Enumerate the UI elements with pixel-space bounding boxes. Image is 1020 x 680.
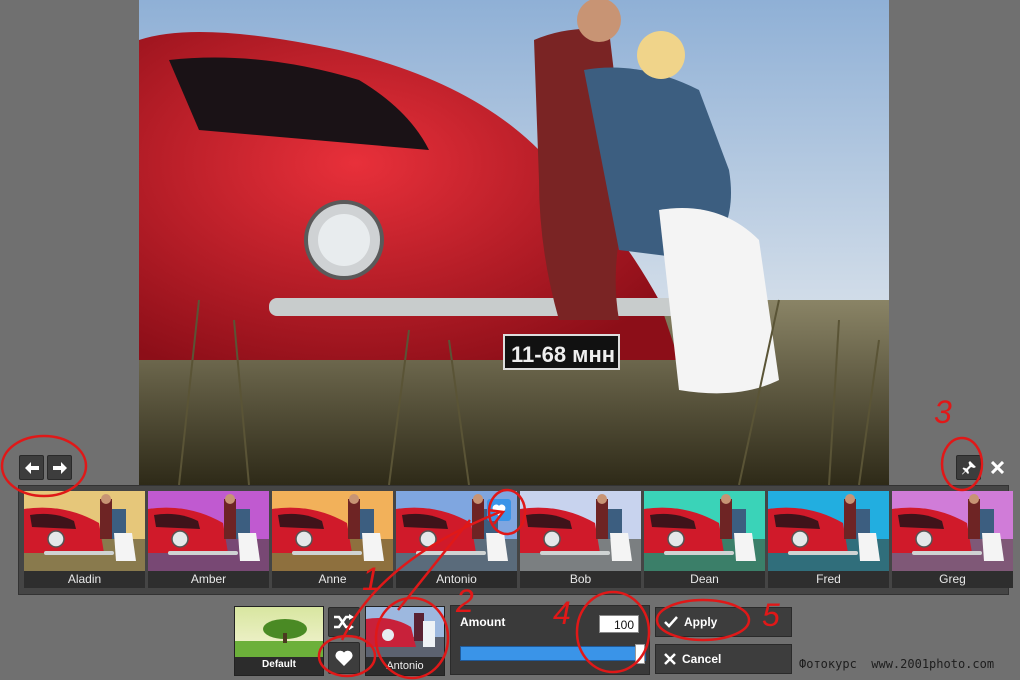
filter-thumb-antonio[interactable]: Antonio xyxy=(396,491,517,588)
annotation-number-3: 3 xyxy=(934,394,952,430)
filter-thumb-bob[interactable]: Bob xyxy=(520,491,641,588)
shuffle-icon xyxy=(334,614,354,630)
current-preset[interactable]: Antonio xyxy=(365,606,445,676)
apply-label: Apply xyxy=(684,615,718,629)
cancel-button[interactable]: Cancel xyxy=(655,644,792,674)
filter-thumb-dean[interactable]: Dean xyxy=(644,491,765,588)
filter-preview xyxy=(768,491,889,571)
heart-icon xyxy=(492,504,506,516)
checkmark-icon xyxy=(664,616,678,628)
favorite-button[interactable] xyxy=(328,642,360,674)
filter-thumb-aladin[interactable]: Aladin xyxy=(24,491,145,588)
heart-icon xyxy=(335,650,353,666)
pin-button[interactable] xyxy=(956,455,981,480)
default-preset-thumbnail xyxy=(235,607,323,657)
photo-canvas: 11-68 мнн xyxy=(139,0,889,485)
arrow-right-icon xyxy=(52,461,67,474)
arrow-left-icon xyxy=(24,461,39,474)
amount-slider-fill xyxy=(461,647,645,660)
filter-label: Anne xyxy=(272,571,393,588)
pin-icon xyxy=(961,460,976,474)
apply-button[interactable]: Apply xyxy=(655,607,792,637)
filter-preview xyxy=(272,491,393,571)
filter-strip: Aladin Amber Anne Antonio Bob Dean Fred Greg xyxy=(18,485,1013,595)
filter-thumb-anne[interactable]: Anne xyxy=(272,491,393,588)
filter-label: Greg xyxy=(892,571,1013,588)
filter-favorite-button[interactable] xyxy=(487,499,511,521)
filter-preview xyxy=(24,491,145,571)
filter-thumb-fred[interactable]: Fred xyxy=(768,491,889,588)
filter-preview xyxy=(892,491,1013,571)
amount-panel: Amount 100 xyxy=(450,605,650,675)
filter-label: Antonio xyxy=(396,571,517,588)
current-preset-label: Antonio xyxy=(386,660,424,672)
amount-label: Amount xyxy=(460,615,506,629)
filter-label: Dean xyxy=(644,571,765,588)
license-plate: 11-68 мнн xyxy=(511,342,615,367)
close-icon xyxy=(990,461,1004,474)
filter-preview xyxy=(644,491,765,571)
amount-input[interactable]: 100 xyxy=(599,615,639,633)
close-button[interactable] xyxy=(986,455,1008,480)
cancel-label: Cancel xyxy=(682,652,722,666)
photo-image: 11-68 мнн xyxy=(139,0,889,485)
default-preset-label: Default xyxy=(262,659,296,670)
filter-thumb-amber[interactable]: Amber xyxy=(148,491,269,588)
next-button[interactable] xyxy=(47,455,72,480)
shuffle-button[interactable] xyxy=(328,607,360,637)
filter-thumb-greg[interactable]: Greg xyxy=(892,491,1013,588)
amount-slider[interactable] xyxy=(460,646,646,661)
prev-button[interactable] xyxy=(19,455,44,480)
filter-preview xyxy=(148,491,269,571)
filter-label: Aladin xyxy=(24,571,145,588)
current-preset-thumbnail xyxy=(366,607,444,657)
filter-label: Bob xyxy=(520,571,641,588)
filter-label: Fred xyxy=(768,571,889,588)
filter-label: Amber xyxy=(148,571,269,588)
watermark: Фотокурс www.2001photo.com xyxy=(799,657,995,671)
default-preset[interactable]: Default xyxy=(234,606,324,676)
filter-preview xyxy=(520,491,641,571)
amount-slider-handle[interactable] xyxy=(635,644,645,664)
cancel-icon xyxy=(664,653,676,665)
